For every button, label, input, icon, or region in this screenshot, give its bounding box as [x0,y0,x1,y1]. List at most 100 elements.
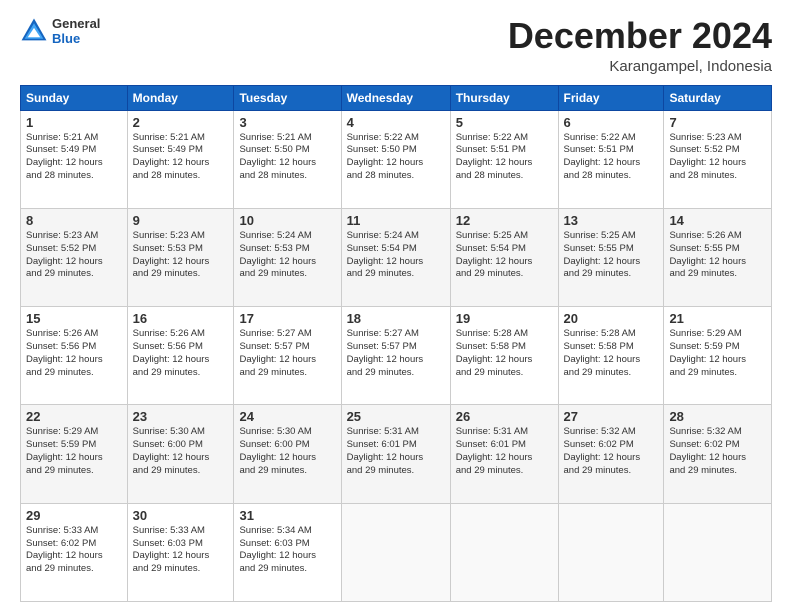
page: General Blue December 2024 Karangampel, … [0,0,792,612]
day-info: Sunrise: 5:21 AM Sunset: 5:50 PM Dayligh… [239,132,335,183]
day-info: Sunrise: 5:25 AM Sunset: 5:55 PM Dayligh… [564,230,659,281]
calendar-cell: 10Sunrise: 5:24 AM Sunset: 5:53 PM Dayli… [234,208,341,306]
calendar-cell: 7Sunrise: 5:23 AM Sunset: 5:52 PM Daylig… [664,110,772,208]
day-number: 2 [133,115,229,130]
calendar-cell: 5 Sunrise: 5:22 AM Sunset: 5:51 PM Daylig… [450,110,558,208]
calendar-cell: 27 Sunrise: 5:32 AM Sunset: 6:02 PM Dayli… [558,405,664,503]
day-info: Sunrise: 5:34 AM Sunset: 6:03 PM Dayligh… [239,525,335,576]
header-row: SundayMondayTuesdayWednesdayThursdayFrid… [21,85,772,110]
calendar-cell: 26 Sunrise: 5:31 AM Sunset: 6:01 PM Dayli… [450,405,558,503]
day-number: 19 [456,311,553,326]
day-number: 9 [133,213,229,228]
day-number: 27 [564,409,659,424]
location: Karangampel, Indonesia [508,58,772,75]
header-day-tuesday: Tuesday [234,85,341,110]
calendar-cell: 24 Sunrise: 5:30 AM Sunset: 6:00 PM Dayli… [234,405,341,503]
day-info: Sunrise: 5:29 AM Sunset: 5:59 PM Dayligh… [669,328,766,379]
day-number: 5 [456,115,553,130]
day-number: 31 [239,508,335,523]
day-info: Sunrise: 5:26 AM Sunset: 5:55 PM Dayligh… [669,230,766,281]
day-number: 14 [669,213,766,228]
calendar-cell: 4 Sunrise: 5:22 AM Sunset: 5:50 PM Daylig… [341,110,450,208]
day-number: 28 [669,409,766,424]
day-info: Sunrise: 5:25 AM Sunset: 5:54 PM Dayligh… [456,230,553,281]
day-number: 12 [456,213,553,228]
day-info: Sunrise: 5:24 AM Sunset: 5:54 PM Dayligh… [347,230,445,281]
day-number: 4 [347,115,445,130]
day-number: 24 [239,409,335,424]
calendar-cell [558,503,664,601]
day-info: Sunrise: 5:21 AM Sunset: 5:49 PM Dayligh… [26,132,122,183]
day-info: Sunrise: 5:26 AM Sunset: 5:56 PM Dayligh… [133,328,229,379]
calendar-cell: 12 Sunrise: 5:25 AM Sunset: 5:54 PM Dayli… [450,208,558,306]
day-number: 21 [669,311,766,326]
day-number: 23 [133,409,229,424]
calendar-cell: 1 Sunrise: 5:21 AM Sunset: 5:49 PM Daylig… [21,110,128,208]
day-number: 1 [26,115,122,130]
calendar-cell: 25Sunrise: 5:31 AM Sunset: 6:01 PM Dayli… [341,405,450,503]
day-info: Sunrise: 5:27 AM Sunset: 5:57 PM Dayligh… [347,328,445,379]
calendar-cell: 21 Sunrise: 5:29 AM Sunset: 5:59 PM Dayli… [664,307,772,405]
calendar-cell: 29 Sunrise: 5:33 AM Sunset: 6:02 PM Dayli… [21,503,128,601]
day-number: 20 [564,311,659,326]
calendar-cell: 19 Sunrise: 5:28 AM Sunset: 5:58 PM Dayli… [450,307,558,405]
calendar-cell: 22Sunrise: 5:29 AM Sunset: 5:59 PM Dayli… [21,405,128,503]
day-number: 13 [564,213,659,228]
day-number: 26 [456,409,553,424]
day-info: Sunrise: 5:32 AM Sunset: 6:02 PM Dayligh… [669,426,766,477]
calendar-cell: 30 Sunrise: 5:33 AM Sunset: 6:03 PM Dayli… [127,503,234,601]
day-info: Sunrise: 5:28 AM Sunset: 5:58 PM Dayligh… [456,328,553,379]
day-info: Sunrise: 5:33 AM Sunset: 6:03 PM Dayligh… [133,525,229,576]
day-number: 16 [133,311,229,326]
day-info: Sunrise: 5:22 AM Sunset: 5:50 PM Dayligh… [347,132,445,183]
day-info: Sunrise: 5:22 AM Sunset: 5:51 PM Dayligh… [456,132,553,183]
calendar-cell: 18 Sunrise: 5:27 AM Sunset: 5:57 PM Dayli… [341,307,450,405]
day-info: Sunrise: 5:31 AM Sunset: 6:01 PM Dayligh… [456,426,553,477]
day-info: Sunrise: 5:22 AM Sunset: 5:51 PM Dayligh… [564,132,659,183]
day-number: 6 [564,115,659,130]
header-day-wednesday: Wednesday [341,85,450,110]
month-title: December 2024 [508,16,772,56]
title-area: December 2024 Karangampel, Indonesia [508,16,772,75]
calendar-cell: 2 Sunrise: 5:21 AM Sunset: 5:49 PM Daylig… [127,110,234,208]
header-day-thursday: Thursday [450,85,558,110]
week-row-2: 8Sunrise: 5:23 AM Sunset: 5:52 PM Daylig… [21,208,772,306]
day-info: Sunrise: 5:27 AM Sunset: 5:57 PM Dayligh… [239,328,335,379]
calendar-header: SundayMondayTuesdayWednesdayThursdayFrid… [21,85,772,110]
header-day-saturday: Saturday [664,85,772,110]
day-info: Sunrise: 5:21 AM Sunset: 5:49 PM Dayligh… [133,132,229,183]
day-info: Sunrise: 5:30 AM Sunset: 6:00 PM Dayligh… [239,426,335,477]
logo-icon [20,17,48,45]
day-number: 17 [239,311,335,326]
day-info: Sunrise: 5:26 AM Sunset: 5:56 PM Dayligh… [26,328,122,379]
day-number: 10 [239,213,335,228]
week-row-3: 15Sunrise: 5:26 AM Sunset: 5:56 PM Dayli… [21,307,772,405]
day-info: Sunrise: 5:29 AM Sunset: 5:59 PM Dayligh… [26,426,122,477]
calendar-cell: 11 Sunrise: 5:24 AM Sunset: 5:54 PM Dayli… [341,208,450,306]
calendar-cell: 23 Sunrise: 5:30 AM Sunset: 6:00 PM Dayli… [127,405,234,503]
day-number: 8 [26,213,122,228]
calendar-cell: 3 Sunrise: 5:21 AM Sunset: 5:50 PM Daylig… [234,110,341,208]
day-number: 7 [669,115,766,130]
day-info: Sunrise: 5:30 AM Sunset: 6:00 PM Dayligh… [133,426,229,477]
logo-text: General Blue [52,16,100,46]
calendar-cell [341,503,450,601]
calendar-cell: 14 Sunrise: 5:26 AM Sunset: 5:55 PM Dayli… [664,208,772,306]
day-number: 30 [133,508,229,523]
calendar-cell: 15Sunrise: 5:26 AM Sunset: 5:56 PM Dayli… [21,307,128,405]
day-number: 11 [347,213,445,228]
day-number: 18 [347,311,445,326]
logo: General Blue [20,16,100,46]
calendar-cell: 13 Sunrise: 5:25 AM Sunset: 5:55 PM Dayli… [558,208,664,306]
day-number: 3 [239,115,335,130]
calendar-cell: 6 Sunrise: 5:22 AM Sunset: 5:51 PM Daylig… [558,110,664,208]
day-info: Sunrise: 5:28 AM Sunset: 5:58 PM Dayligh… [564,328,659,379]
day-info: Sunrise: 5:33 AM Sunset: 6:02 PM Dayligh… [26,525,122,576]
day-info: Sunrise: 5:32 AM Sunset: 6:02 PM Dayligh… [564,426,659,477]
calendar-body: 1 Sunrise: 5:21 AM Sunset: 5:49 PM Daylig… [21,110,772,601]
header-day-sunday: Sunday [21,85,128,110]
day-number: 29 [26,508,122,523]
calendar-cell: 20 Sunrise: 5:28 AM Sunset: 5:58 PM Dayli… [558,307,664,405]
calendar-cell [664,503,772,601]
week-row-5: 29 Sunrise: 5:33 AM Sunset: 6:02 PM Dayli… [21,503,772,601]
